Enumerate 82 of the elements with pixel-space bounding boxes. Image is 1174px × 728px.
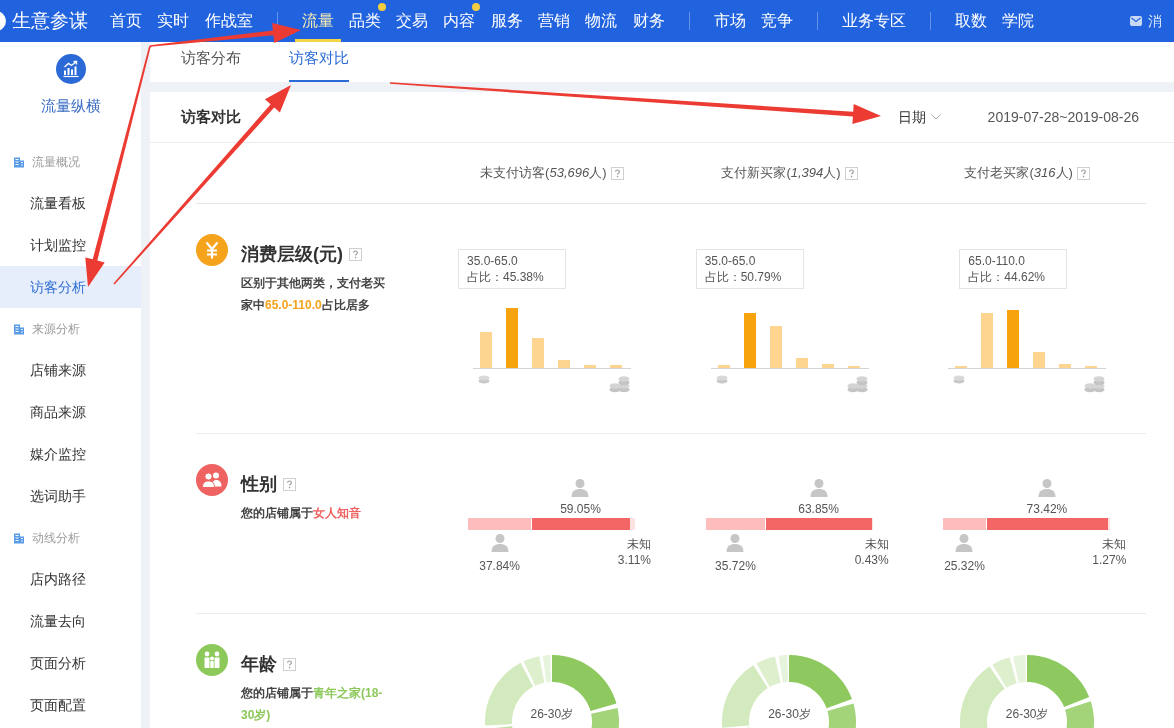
sidebar-heading: 动线分析: [32, 530, 80, 548]
share-value: 3.11%: [617, 553, 651, 567]
nav-tab[interactable]: 实时: [150, 0, 197, 42]
tooltip-share: 占比：45.38%: [467, 269, 544, 285]
person-icon: [726, 533, 745, 552]
sidebar-title: 流量纵横: [40, 96, 101, 116]
share-value: 1.27%: [1092, 553, 1127, 567]
tooltip-range: 35.0-65.0: [704, 253, 756, 269]
share-value: 37.84%: [479, 559, 520, 573]
person-icon: [571, 478, 590, 497]
share-value: 0.43%: [854, 553, 889, 567]
column-header: 未支付访客(53,696人): [480, 164, 607, 183]
nav-tab[interactable]: 业务专区: [834, 0, 913, 42]
donut-center-label: 26-30岁: [1005, 706, 1049, 722]
tooltip-share: 占比：50.79%: [704, 269, 782, 285]
help-icon[interactable]: [349, 247, 362, 261]
help-icon[interactable]: [283, 477, 296, 491]
person-icon: [490, 533, 509, 552]
chevron-down-icon: [930, 114, 941, 120]
coin-stack-icon: [609, 373, 631, 393]
tooltip-share: 占比：44.62%: [968, 269, 1046, 285]
donut-center-label: 26-30岁: [530, 706, 574, 722]
tab[interactable]: 访客分布: [181, 42, 241, 82]
mail-icon: [1130, 16, 1142, 26]
help-icon[interactable]: [610, 166, 624, 180]
tooltip-range: 35.0-65.0: [467, 253, 518, 269]
column-header: 支付新买家(1,394人): [721, 164, 841, 183]
sidebar-heading: 来源分析: [32, 321, 80, 339]
sidebar-item[interactable]: 访客分析: [0, 266, 141, 309]
nav-tab[interactable]: 取数: [947, 0, 994, 42]
building-icon: [13, 323, 25, 336]
nav-tab[interactable]: 内容: [436, 0, 483, 42]
nav-tab[interactable]: 营销: [531, 0, 578, 42]
share-value: 35.72%: [715, 559, 756, 573]
nav-tab[interactable]: 物流: [578, 0, 625, 42]
coin-icon: [715, 375, 728, 384]
share-label: 未知: [627, 537, 651, 551]
nav-tab[interactable]: 财务: [625, 0, 672, 42]
nav-tab[interactable]: 作战室: [197, 0, 260, 42]
help-icon[interactable]: [1076, 166, 1090, 180]
donut-center-label: 26-30岁: [768, 706, 811, 722]
tooltip-range: 65.0-110.0: [968, 253, 1025, 269]
share-label: 未知: [1102, 537, 1127, 551]
nav-tab[interactable]: 学院: [995, 0, 1042, 42]
building-icon: [13, 155, 25, 168]
section-summary: 您的店铺属于女人知音: [241, 505, 362, 522]
share-value: 73.42%: [1026, 502, 1068, 516]
column-header: 支付老买家(316人): [964, 164, 1073, 183]
help-icon[interactable]: [844, 166, 858, 180]
person-icon: [1037, 478, 1056, 497]
person-icon: [809, 478, 828, 497]
tab[interactable]: 访客对比: [289, 42, 349, 82]
section-title: 性别: [241, 473, 277, 496]
coin-icon: [953, 375, 966, 384]
nav-tab[interactable]: 交易: [389, 0, 436, 42]
sidebar-heading: 流量概况: [32, 153, 80, 171]
section-summary: 区别于其他两类，支付老买家中65.0-110.0占比居多: [241, 275, 386, 314]
nav-tab[interactable]: 品类: [341, 0, 388, 42]
chart-icon: [55, 54, 86, 84]
date-dropdown[interactable]: 日期: [897, 106, 941, 128]
share-label: 未知: [864, 537, 889, 551]
section-title: 年龄: [241, 653, 277, 676]
share-value: 59.05%: [560, 502, 601, 516]
messages-link[interactable]: 消: [1148, 10, 1162, 32]
share-value: 25.32%: [944, 559, 985, 573]
section-title: 消费层级(元): [241, 243, 343, 266]
share-value: 63.85%: [798, 502, 839, 516]
coin-stack-icon: [1084, 373, 1107, 393]
logo-icon: [0, 11, 6, 31]
coin-icon: [478, 375, 490, 384]
building-icon: [13, 532, 25, 545]
panel-title: 访客对比: [181, 106, 241, 127]
coin-stack-icon: [846, 373, 869, 393]
brand-name: 生意参谋: [12, 9, 88, 33]
person-icon: [955, 533, 974, 552]
nav-tab[interactable]: 竞争: [753, 0, 800, 42]
help-icon[interactable]: [283, 657, 296, 671]
date-range: 2019-07-28~2019-08-26: [987, 107, 1139, 127]
nav-tab[interactable]: 市场: [706, 0, 753, 42]
section-summary: 您的店铺属于青年之家(18-30岁): [241, 685, 384, 724]
nav-tab[interactable]: 服务: [483, 0, 530, 42]
nav-tab[interactable]: 首页: [103, 0, 149, 42]
